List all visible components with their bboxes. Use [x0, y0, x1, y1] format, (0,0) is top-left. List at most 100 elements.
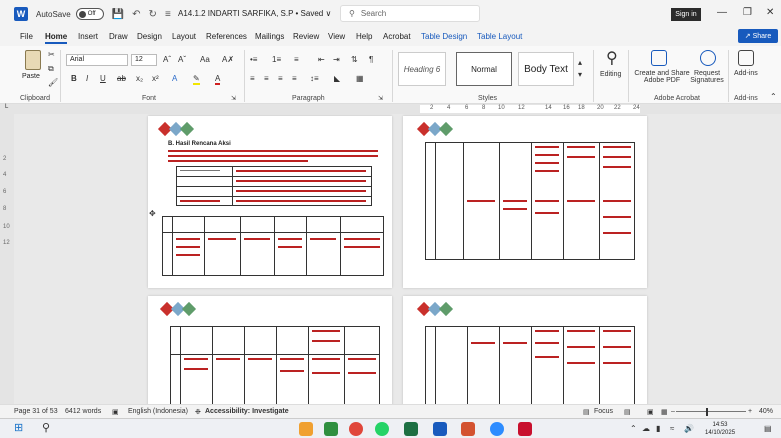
- tab-design[interactable]: Design: [137, 32, 162, 41]
- sign-in-button[interactable]: Sign in: [671, 8, 701, 21]
- word-count[interactable]: 6412 words: [65, 408, 101, 415]
- focus-button[interactable]: Focus: [594, 408, 613, 415]
- highlight-color-icon[interactable]: ✎: [193, 74, 200, 85]
- add-ins-button[interactable]: Add-ins: [734, 70, 758, 77]
- show-hidden-icons-icon[interactable]: ⌃: [630, 424, 637, 433]
- zoom-level[interactable]: 40%: [759, 408, 773, 415]
- tab-table-design[interactable]: Table Design: [421, 32, 467, 41]
- restore-button[interactable]: ❐: [743, 7, 752, 18]
- excel-icon[interactable]: [404, 422, 418, 436]
- tab-file[interactable]: File: [20, 32, 33, 41]
- style-body-text[interactable]: Body Text: [518, 52, 574, 86]
- zoom-out-icon[interactable]: –: [671, 408, 675, 415]
- accessibility-status[interactable]: Accessibility: Investigate: [205, 408, 289, 415]
- autosave-toggle[interactable]: Off: [75, 8, 104, 20]
- zoom-app-icon[interactable]: [490, 422, 504, 436]
- borders-icon[interactable]: ▦: [356, 74, 364, 83]
- tab-review[interactable]: Review: [293, 32, 319, 41]
- change-case-icon[interactable]: Aa: [200, 55, 210, 64]
- grow-font-icon[interactable]: Aˆ: [163, 55, 171, 64]
- find-icon[interactable]: ⚲: [606, 48, 618, 68]
- styles-scroll-up-icon[interactable]: ▴: [578, 58, 582, 67]
- numbering-icon[interactable]: 1≡: [272, 55, 281, 64]
- table-move-handle-icon[interactable]: ✥: [149, 209, 156, 218]
- language[interactable]: English (Indonesia): [128, 408, 188, 415]
- web-layout-icon[interactable]: ▦: [661, 408, 668, 416]
- format-painter-icon[interactable]: 🖌: [48, 78, 58, 87]
- clock[interactable]: 14:53 14/10/2025: [705, 421, 735, 437]
- sort-icon[interactable]: ⇅: [351, 55, 358, 64]
- paste-icon[interactable]: [25, 50, 41, 70]
- tab-table-layout[interactable]: Table Layout: [477, 32, 522, 41]
- read-mode-icon[interactable]: ▤: [624, 408, 631, 416]
- style-normal[interactable]: Normal: [456, 52, 512, 86]
- text-effects-button[interactable]: A: [172, 74, 177, 83]
- customize-qat-icon[interactable]: ≡: [165, 9, 171, 20]
- bullets-icon[interactable]: •≡: [250, 55, 257, 64]
- undo-icon[interactable]: ↶: [132, 9, 140, 20]
- strikethrough-button[interactable]: ab: [117, 74, 126, 83]
- action-table[interactable]: [170, 326, 380, 404]
- page-count[interactable]: Page 31 of 53: [14, 408, 58, 415]
- zoom-thumb[interactable]: [706, 408, 708, 416]
- styles-scroll-down-icon[interactable]: ▾: [578, 70, 582, 79]
- align-left-icon[interactable]: ≡: [250, 74, 255, 83]
- close-button[interactable]: ✕: [766, 7, 774, 18]
- save-icon[interactable]: 💾: [112, 9, 124, 20]
- wifi-icon[interactable]: ≈: [670, 424, 674, 433]
- line-spacing-icon[interactable]: ↕≡: [310, 74, 319, 83]
- create-pdf-icon[interactable]: [651, 50, 667, 66]
- cut-icon[interactable]: ✂: [48, 50, 55, 59]
- horizontal-ruler[interactable]: L 2 4 6 8 10 12 14 16 18 20 22 24: [0, 104, 781, 114]
- tab-view[interactable]: View: [328, 32, 345, 41]
- shrink-font-icon[interactable]: Aˇ: [178, 55, 186, 64]
- align-center-icon[interactable]: ≡: [264, 74, 269, 83]
- document-canvas[interactable]: B. Hasil Rencana Aksi ✥: [14, 114, 781, 404]
- bold-button[interactable]: B: [71, 74, 77, 83]
- paragraph-dialog-launcher-icon[interactable]: ⇲: [378, 95, 383, 102]
- collapse-ribbon-icon[interactable]: ⌃: [770, 92, 777, 101]
- font-color-button[interactable]: A: [215, 74, 221, 85]
- powerpoint-icon[interactable]: [461, 422, 475, 436]
- page-33[interactable]: [148, 296, 392, 404]
- print-layout-icon[interactable]: ▣: [647, 408, 654, 416]
- align-right-icon[interactable]: ≡: [278, 74, 283, 83]
- tab-acrobat[interactable]: Acrobat: [383, 32, 411, 41]
- acrobat-icon[interactable]: [518, 422, 532, 436]
- page-32[interactable]: [403, 116, 647, 288]
- search-box[interactable]: ⚲ Search: [340, 5, 480, 22]
- chrome-icon[interactable]: [349, 422, 363, 436]
- minimize-button[interactable]: —: [717, 7, 727, 18]
- onedrive-icon[interactable]: ☁: [642, 424, 650, 433]
- copy-icon[interactable]: ⧉: [48, 64, 54, 74]
- shading-icon[interactable]: ◣: [334, 74, 340, 83]
- page-31[interactable]: B. Hasil Rencana Aksi ✥: [148, 116, 392, 288]
- vertical-ruler[interactable]: 2 4 6 8 10 12: [0, 114, 14, 404]
- microsoft-store-icon[interactable]: [324, 422, 338, 436]
- tab-selector-icon[interactable]: L: [5, 104, 8, 110]
- request-signatures-icon[interactable]: [700, 50, 716, 66]
- show-formatting-icon[interactable]: ¶: [369, 55, 373, 64]
- tab-insert[interactable]: Insert: [78, 32, 98, 41]
- decrease-indent-icon[interactable]: ⇤: [318, 55, 325, 64]
- notifications-icon[interactable]: ▤: [764, 424, 772, 433]
- tab-help[interactable]: Help: [356, 32, 372, 41]
- battery-icon[interactable]: ▮: [656, 424, 660, 433]
- multilevel-list-icon[interactable]: ≡: [294, 55, 299, 64]
- proofing-icon[interactable]: ▣: [112, 408, 119, 416]
- taskbar-search-icon[interactable]: ⚲: [42, 421, 50, 434]
- increase-indent-icon[interactable]: ⇥: [333, 55, 340, 64]
- redo-icon[interactable]: ↻: [149, 9, 157, 20]
- document-title[interactable]: A14.1.2 INDARTI SARFIKA, S.P • Saved ∨: [178, 9, 331, 18]
- font-size-select[interactable]: 12: [131, 54, 157, 66]
- font-name-select[interactable]: Arial: [66, 54, 128, 66]
- share-button[interactable]: ↗ Share: [738, 29, 778, 43]
- font-dialog-launcher-icon[interactable]: ⇲: [231, 95, 236, 102]
- editing-button[interactable]: Editing: [600, 71, 621, 78]
- whatsapp-icon[interactable]: [375, 422, 389, 436]
- volume-icon[interactable]: 🔊: [684, 424, 694, 433]
- tab-mailings[interactable]: Mailings: [255, 32, 284, 41]
- italic-button[interactable]: I: [86, 74, 88, 83]
- windows-start-icon[interactable]: ⊞: [14, 421, 23, 434]
- create-and-share-pdf-button[interactable]: Create and Share Adobe PDF: [633, 70, 691, 84]
